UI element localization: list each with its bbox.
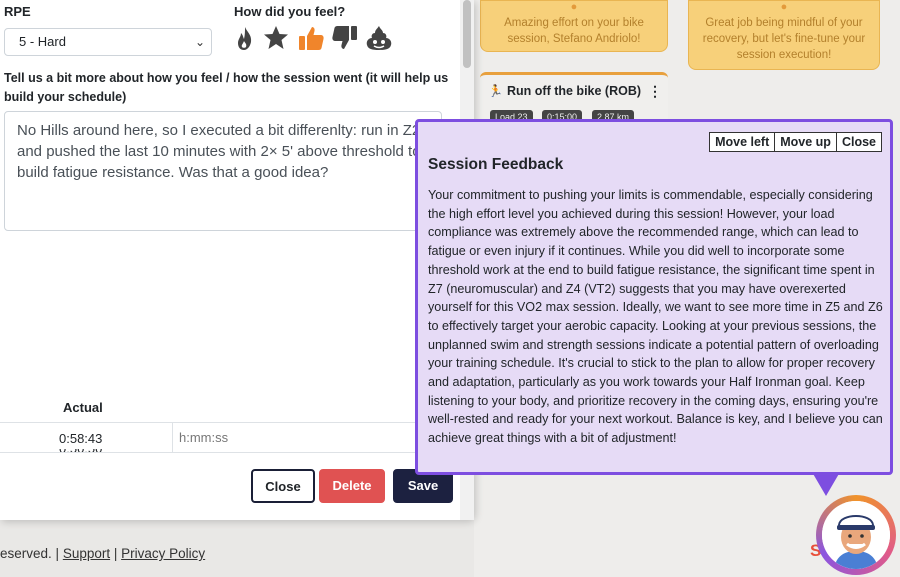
feedback-title: Session Feedback [428,156,564,173]
run-icon: 🏃 [488,84,503,98]
star-icon[interactable] [261,23,291,53]
actual-column-header: Actual [63,400,103,415]
move-up-button[interactable]: Move up [774,132,837,152]
session-feedback-popover: Move left Move up Close Session Feedback… [415,119,893,475]
session-notes-textarea[interactable]: No Hills around here, so I executed a bi… [4,111,442,231]
fire-icon[interactable] [230,23,260,53]
workout-title: Run off the bike (ROB) [507,84,642,98]
close-button[interactable]: Close [251,469,315,503]
close-feedback-button[interactable]: Close [835,132,882,152]
rpe-select[interactable]: 5 - Hard ⌄ [4,28,212,56]
privacy-policy-link[interactable]: Privacy Policy [121,546,205,561]
feel-label: How did you feel? [234,4,346,19]
feedback-body: Your commitment to pushing your limits i… [428,188,883,446]
rpe-selected-value: 5 - Hard [19,34,66,49]
actual-duration-value: 0:58:43 [59,431,103,446]
footer: eserved. | Support | Privacy Policy [0,546,206,561]
card-comment: Amazing effort on your bike session, Ste… [504,17,644,45]
rpe-label: RPE [4,4,31,19]
delete-button[interactable]: Delete [319,469,385,503]
workout-card-bike[interactable]: ● Amazing effort on your bike session, S… [480,0,668,52]
thumbs-down-icon[interactable] [330,23,360,53]
table-divider [0,452,460,453]
poop-icon[interactable] [364,23,394,53]
popover-controls: Move left Move up Close [709,132,882,152]
more-options-icon[interactable]: ⋮ [648,83,662,100]
duration-input[interactable]: h:mm:ss [172,423,422,453]
flame-icon: ● [570,1,578,13]
card-comment: Great job being mindful of your recovery… [702,17,866,61]
workout-card-recovery[interactable]: ● Great job being mindful of your recove… [688,0,880,70]
copyright-text: eserved. [0,546,52,561]
move-left-button[interactable]: Move left [709,132,776,152]
scrollbar-thumb[interactable] [463,0,471,68]
chevron-down-icon: ⌄ [194,35,205,49]
support-link[interactable]: Support [63,546,110,561]
session-modal: RPE 5 - Hard ⌄ How did you feel? Tell us… [0,0,474,520]
coach-avatar[interactable] [822,501,890,569]
flame-icon: ● [780,1,788,13]
thumbs-up-icon[interactable] [296,23,326,53]
notes-label: Tell us a bit more about how you feel / … [4,71,449,104]
popover-pointer [812,472,840,496]
